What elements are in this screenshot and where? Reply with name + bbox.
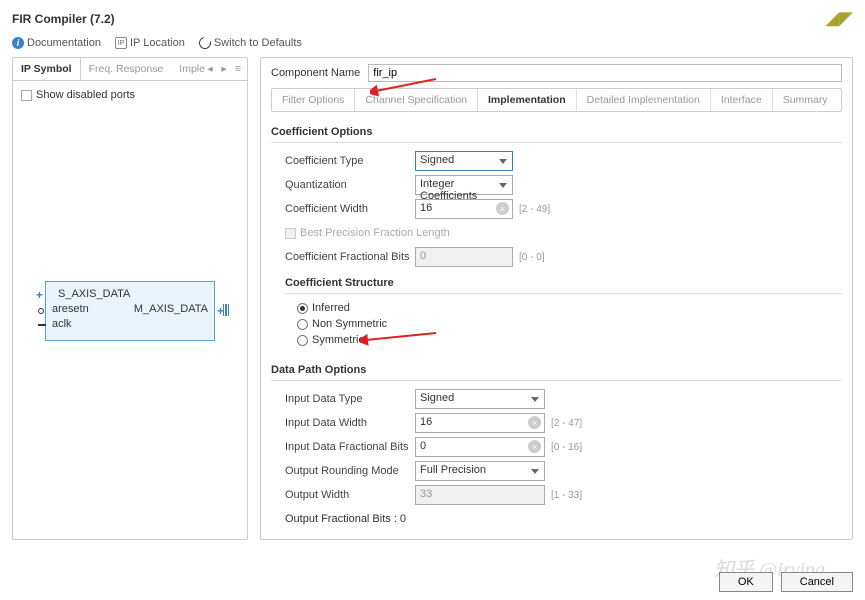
logo-icon: ◢◤ bbox=[825, 8, 853, 29]
component-name-label: Component Name bbox=[271, 67, 360, 79]
info-icon: i bbox=[12, 37, 24, 49]
tab-next-icon[interactable]: ▸ bbox=[219, 64, 229, 74]
radio-inferred-label: Inferred bbox=[312, 302, 350, 314]
port-aresetn: aresetn bbox=[52, 303, 89, 315]
expand-left-icon[interactable]: + bbox=[36, 288, 43, 302]
coef-type-label: Coefficient Type bbox=[285, 155, 415, 167]
show-disabled-label: Show disabled ports bbox=[36, 89, 135, 101]
documentation-label: Documentation bbox=[27, 37, 101, 49]
coef-frac-range: [0 - 0] bbox=[519, 252, 545, 263]
quantization-select[interactable]: Integer Coefficients bbox=[415, 175, 513, 195]
tab-freq-response[interactable]: Freq. Response bbox=[81, 58, 172, 80]
input-data-type-label: Input Data Type bbox=[285, 393, 415, 405]
input-data-width-label: Input Data Width bbox=[285, 417, 415, 429]
output-frac-label: Output Fractional Bits : 0 bbox=[285, 513, 406, 525]
port-aclk: aclk bbox=[52, 318, 72, 330]
input-frac-input[interactable]: 0× bbox=[415, 437, 545, 457]
input-frac-range: [0 - 16] bbox=[551, 442, 582, 453]
tab-interface[interactable]: Interface bbox=[711, 89, 773, 111]
coef-type-select[interactable]: Signed bbox=[415, 151, 513, 171]
coef-width-range: [2 - 49] bbox=[519, 204, 550, 215]
tab-impl-details[interactable]: Implementation Detail bbox=[171, 58, 205, 80]
output-rounding-label: Output Rounding Mode bbox=[285, 465, 415, 477]
clear-icon[interactable]: × bbox=[528, 440, 541, 453]
coef-frac-input: 0 bbox=[415, 247, 513, 267]
radio-symmetric-label: Symmetric bbox=[312, 334, 364, 346]
ip-location-label: IP Location bbox=[130, 37, 185, 49]
documentation-link[interactable]: i Documentation bbox=[12, 37, 101, 49]
tab-detailed-impl[interactable]: Detailed Implementation bbox=[577, 89, 711, 111]
left-panel: IP Symbol Freq. Response Implementation … bbox=[12, 57, 248, 540]
tab-summary[interactable]: Summary bbox=[773, 89, 838, 111]
coef-options-header: Coefficient Options bbox=[271, 120, 842, 143]
location-icon: IP bbox=[115, 37, 127, 49]
clear-icon[interactable]: × bbox=[496, 202, 509, 215]
tab-implementation[interactable]: Implementation bbox=[478, 89, 577, 111]
switch-defaults-label: Switch to Defaults bbox=[214, 37, 302, 49]
ip-location-link[interactable]: IP IP Location bbox=[115, 37, 185, 49]
best-precision-label: Best Precision Fraction Length bbox=[300, 227, 450, 239]
port-s-axis: S_AXIS_DATA bbox=[58, 288, 130, 300]
quantization-label: Quantization bbox=[285, 179, 415, 191]
tab-menu-icon[interactable]: ≡ bbox=[233, 64, 243, 74]
output-width-label: Output Width bbox=[285, 489, 415, 501]
radio-non-symmetric[interactable] bbox=[297, 319, 308, 330]
arrow-annotation-icon bbox=[370, 75, 440, 97]
window-title: FIR Compiler (7.2) bbox=[12, 12, 115, 26]
ok-button[interactable]: OK bbox=[719, 572, 773, 592]
port-m-axis: M_AXIS_DATA bbox=[134, 303, 208, 315]
port-m-axis-icon bbox=[223, 304, 230, 316]
input-data-type-select[interactable]: Signed bbox=[415, 389, 545, 409]
show-disabled-checkbox[interactable] bbox=[21, 90, 32, 101]
coef-frac-label: Coefficient Fractional Bits bbox=[285, 251, 415, 263]
output-width-range: [1 - 33] bbox=[551, 490, 582, 501]
right-panel: Component Name Filter Options Channel Sp… bbox=[260, 57, 853, 540]
port-aclk-icon bbox=[38, 324, 46, 326]
tab-prev-icon[interactable]: ◂ bbox=[205, 64, 215, 74]
coef-structure-header: Coefficient Structure bbox=[285, 271, 842, 294]
radio-inferred[interactable] bbox=[297, 303, 308, 314]
tab-ip-symbol[interactable]: IP Symbol bbox=[13, 58, 81, 80]
left-tabs: IP Symbol Freq. Response Implementation … bbox=[13, 58, 247, 81]
port-aresetn-icon bbox=[38, 308, 44, 314]
output-rounding-select[interactable]: Full Precision bbox=[415, 461, 545, 481]
coef-width-input[interactable]: 16× bbox=[415, 199, 513, 219]
reset-icon bbox=[197, 35, 213, 51]
tab-filter-options[interactable]: Filter Options bbox=[272, 89, 355, 111]
ip-symbol-diagram: + + S_AXIS_DATA aresetnM_AXIS_DATA aclk bbox=[45, 281, 215, 341]
input-data-width-range: [2 - 47] bbox=[551, 418, 582, 429]
config-tabs: Filter Options Channel Specification Imp… bbox=[271, 88, 842, 112]
input-data-width-input[interactable]: 16× bbox=[415, 413, 545, 433]
arrow-annotation-icon bbox=[360, 327, 440, 347]
clear-icon[interactable]: × bbox=[528, 416, 541, 429]
radio-symmetric[interactable] bbox=[297, 335, 308, 346]
best-precision-checkbox bbox=[285, 228, 296, 239]
datapath-header: Data Path Options bbox=[271, 358, 842, 381]
output-width-input: 33 bbox=[415, 485, 545, 505]
cancel-button[interactable]: Cancel bbox=[781, 572, 853, 592]
switch-defaults-link[interactable]: Switch to Defaults bbox=[199, 37, 302, 49]
coef-width-label: Coefficient Width bbox=[285, 203, 415, 215]
input-frac-label: Input Data Fractional Bits bbox=[285, 441, 415, 453]
